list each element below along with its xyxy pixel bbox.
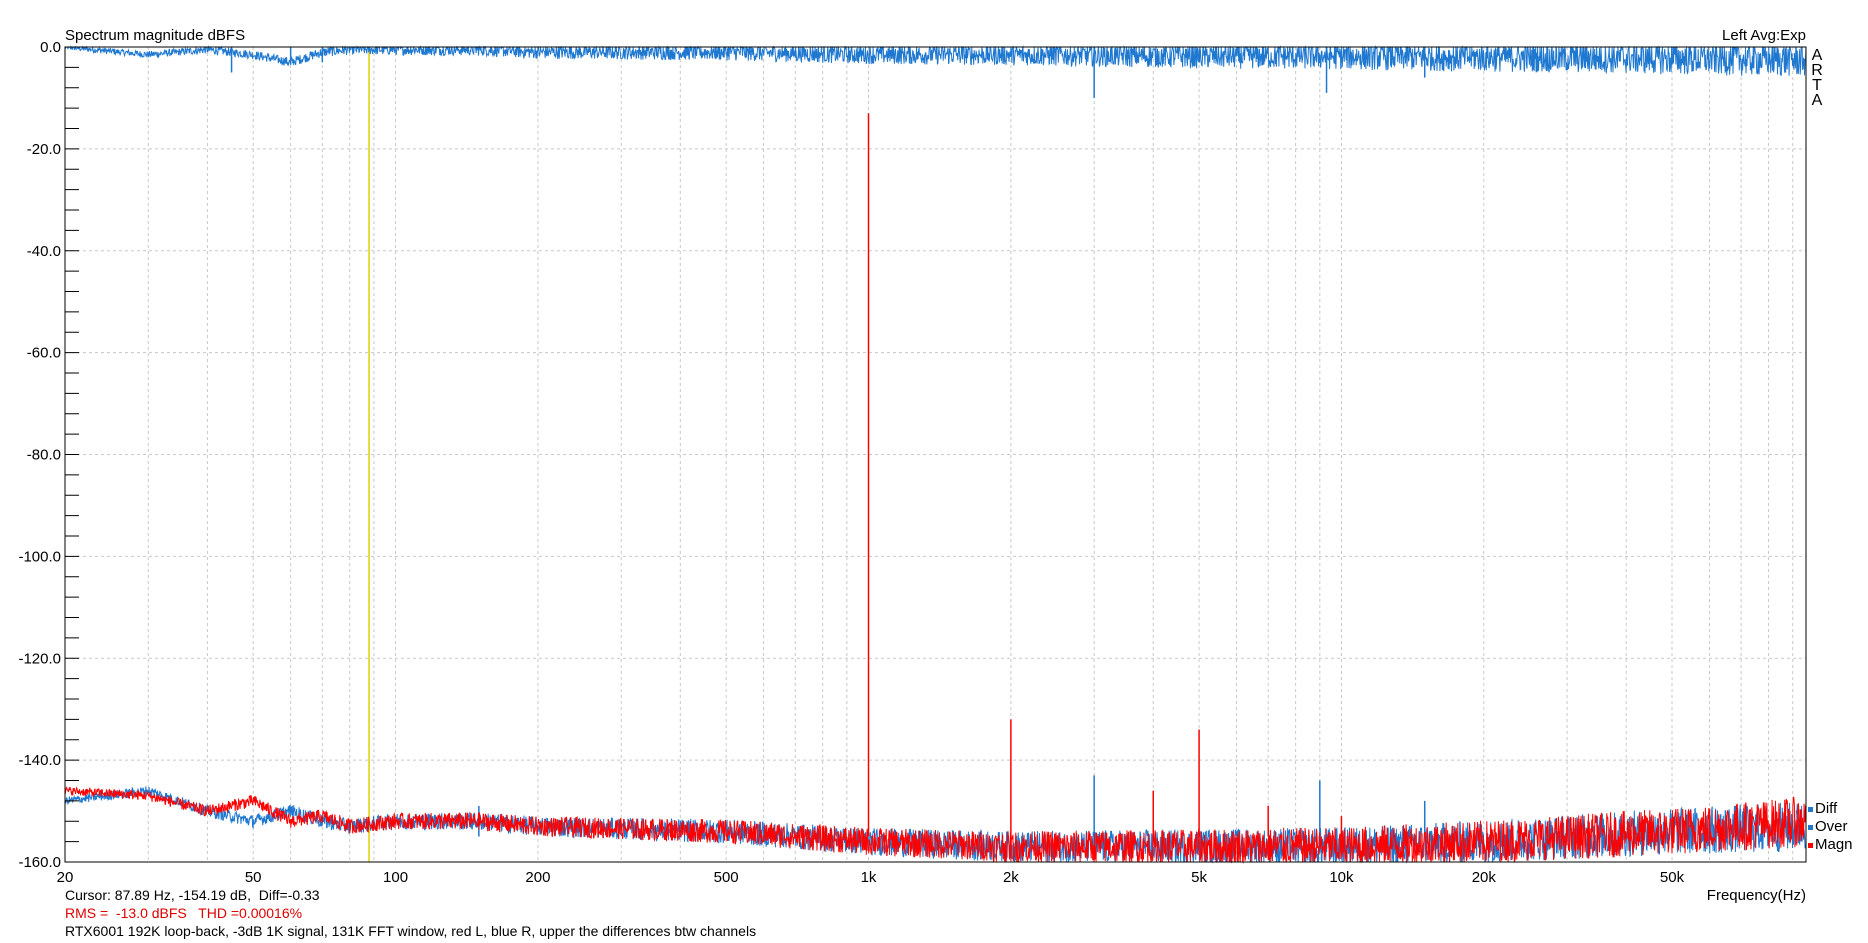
arta-letter: T: [1812, 77, 1822, 94]
arta-logo: A R T A: [1810, 47, 1824, 109]
cursor-readout: Cursor: 87.89 Hz, -154.19 dB, Diff=-0.33: [65, 887, 320, 903]
y-tick-label: -80.0: [27, 447, 61, 464]
legend-magn[interactable]: Magn: [1808, 836, 1853, 854]
x-tick-label: 2k: [1003, 869, 1019, 886]
y-tick-label: -140.0: [18, 752, 61, 769]
x-axis-label: Frequency(Hz): [1707, 887, 1806, 904]
x-tick-label: 1k: [861, 869, 877, 886]
y-tick-label: -60.0: [27, 345, 61, 362]
legend-label: Magn: [1815, 836, 1853, 853]
legend-label: Over: [1815, 818, 1848, 835]
diff-trace: [64, 45, 1807, 77]
x-tick-label: 500: [714, 869, 739, 886]
legend-over[interactable]: Over: [1808, 818, 1848, 836]
grid: [65, 47, 1806, 862]
x-tick-label: 20: [57, 869, 74, 886]
x-tick-label: 100: [383, 869, 408, 886]
x-tick-label: 20k: [1472, 869, 1497, 886]
x-tick-label: 50k: [1660, 869, 1685, 886]
x-tick-label: 5k: [1191, 869, 1207, 886]
x-tick-label: 10k: [1329, 869, 1354, 886]
arta-letter: R: [1811, 62, 1823, 79]
legend-swatch: [1808, 824, 1813, 830]
legend-swatch: [1808, 806, 1813, 812]
chart-title: Spectrum magnitude dBFS: [65, 27, 245, 44]
y-tick-label: -100.0: [18, 548, 61, 565]
y-tick-label: -120.0: [18, 650, 61, 667]
legend-diff[interactable]: Diff: [1808, 800, 1837, 818]
y-tick-label: -40.0: [27, 243, 61, 260]
top-right-status: Left Avg:Exp: [1722, 27, 1806, 44]
arta-letter: A: [1811, 92, 1823, 109]
arta-letter: A: [1811, 47, 1823, 64]
axes: 0.0 -20.0 -40.0 -60.0 -80.0 -100.0 -120.0 -140.…: [18, 39, 1807, 886]
x-tick-label: 50: [245, 869, 262, 886]
chart-note: RTX6001 192K loop-back, -3dB 1K signal, …: [65, 923, 757, 939]
x-tick-label: 200: [525, 869, 550, 886]
y-tick-label: -160.0: [18, 854, 61, 871]
legend-swatch: [1808, 842, 1813, 848]
y-tick-label: 0.0: [40, 39, 61, 56]
rms-thd-readout: RMS = -13.0 dBFS THD =0.00016%: [65, 905, 303, 921]
legend-label: Diff: [1815, 800, 1838, 817]
y-tick-label: -20.0: [27, 141, 61, 158]
spectrum-chart: 0.0 -20.0 -40.0 -60.0 -80.0 -100.0 -120.0 -140.…: [18, 27, 1807, 904]
